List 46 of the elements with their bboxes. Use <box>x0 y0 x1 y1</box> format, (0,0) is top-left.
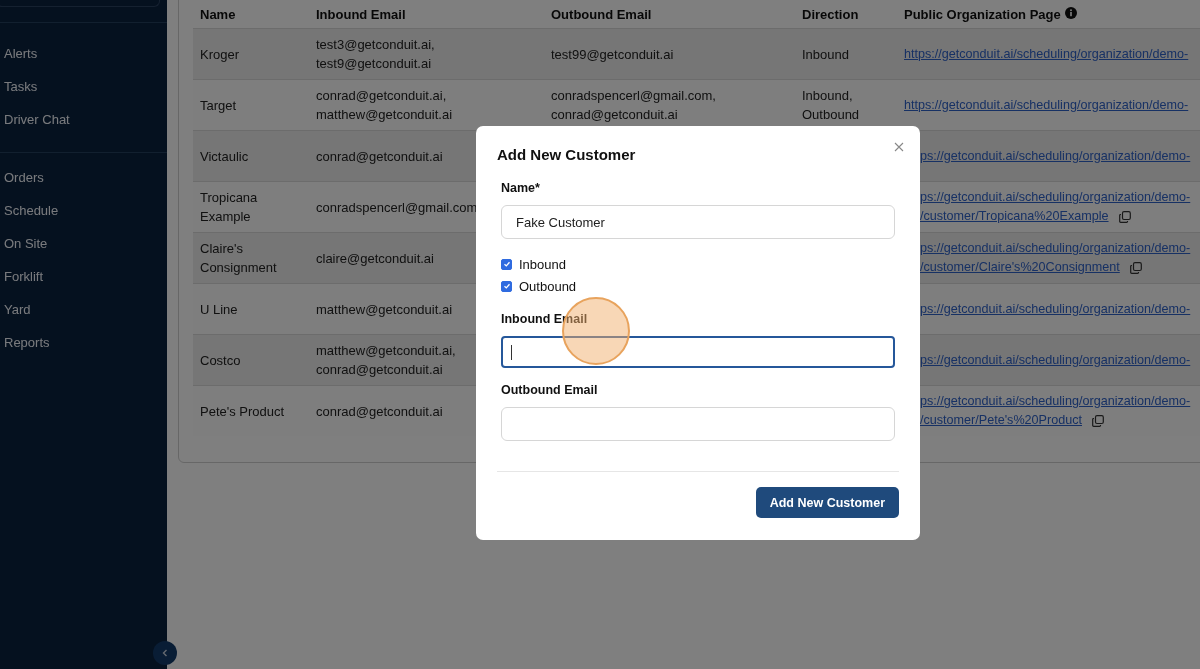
copy-icon[interactable] <box>1129 261 1142 274</box>
sidebar-item[interactable]: Tasks <box>0 70 42 103</box>
collapse-button[interactable] <box>153 641 177 665</box>
sidebar-item[interactable]: Alerts <box>0 37 42 70</box>
column-header: Outbound Email <box>544 0 795 29</box>
sidebar-item[interactable]: Forklift <box>0 260 47 293</box>
table-cell: Victaulic <box>193 130 309 182</box>
sidebar-item[interactable]: Schedule <box>0 194 63 227</box>
checkbox[interactable] <box>501 258 512 270</box>
sidebar-item[interactable]: Yard <box>0 293 35 326</box>
table-cell: test3@getconduit.ai, test9@getconduit.ai <box>309 28 544 80</box>
table-cell: Inbound <box>795 28 897 80</box>
table-cell: test99@getconduit.ai <box>544 28 795 80</box>
input-field[interactable] <box>501 336 895 368</box>
table-cell: Target <box>193 79 309 131</box>
link[interactable]: ps://getconduit.ai/scheduling/organization/demo- <box>920 299 1191 319</box>
table-cell: Tropicana Example <box>193 181 309 233</box>
link[interactable]: ps://getconduit.ai/scheduling/organization/demo- <box>920 188 1191 207</box>
link[interactable]: /customer/Tropicana%20Example <box>920 207 1109 226</box>
copy-icon[interactable] <box>1092 414 1104 427</box>
link[interactable]: ps://getconduit.ai/scheduling/organization/demo- <box>920 392 1191 411</box>
chevron-left-icon <box>160 648 170 658</box>
sidebar-item[interactable]: Driver Chat <box>0 103 74 136</box>
table-cell: Costco <box>193 334 309 386</box>
checkbox[interactable] <box>501 280 512 292</box>
link[interactable]: /customer/Claire's%20Consignment <box>920 258 1120 277</box>
sidebar-item[interactable]: Orders <box>0 161 48 194</box>
copy-icon[interactable] <box>1118 210 1131 223</box>
table-cell: Claire's Consignment <box>193 232 309 284</box>
table-cell: conrad@getconduit.ai, matthew@getconduit.ai <box>309 79 544 131</box>
column-header: Direction <box>795 0 897 29</box>
column-header: Public Organization Page <box>904 6 1061 22</box>
info-icon <box>1064 6 1077 22</box>
add-customer-button[interactable]: Add New Customer <box>755 487 899 518</box>
link[interactable]: /customer/Pete's%20Product <box>920 411 1082 430</box>
input-field[interactable]: Fake Customer <box>501 205 895 239</box>
sidebar-item[interactable]: On Site <box>0 227 52 260</box>
sidebar-item[interactable]: Reports <box>0 326 54 359</box>
column-header: Name <box>193 0 309 29</box>
close-icon[interactable] <box>893 141 905 153</box>
field-label: Name* <box>501 180 541 196</box>
table-cell: Kroger <box>193 28 309 80</box>
link[interactable]: ps://getconduit.ai/scheduling/organization/demo- <box>920 239 1191 258</box>
link[interactable]: https://getconduit.ai/scheduling/organization/demo- <box>904 95 1189 115</box>
table-cell: U Line <box>193 283 309 335</box>
column-header: Inbound Email <box>309 0 544 29</box>
